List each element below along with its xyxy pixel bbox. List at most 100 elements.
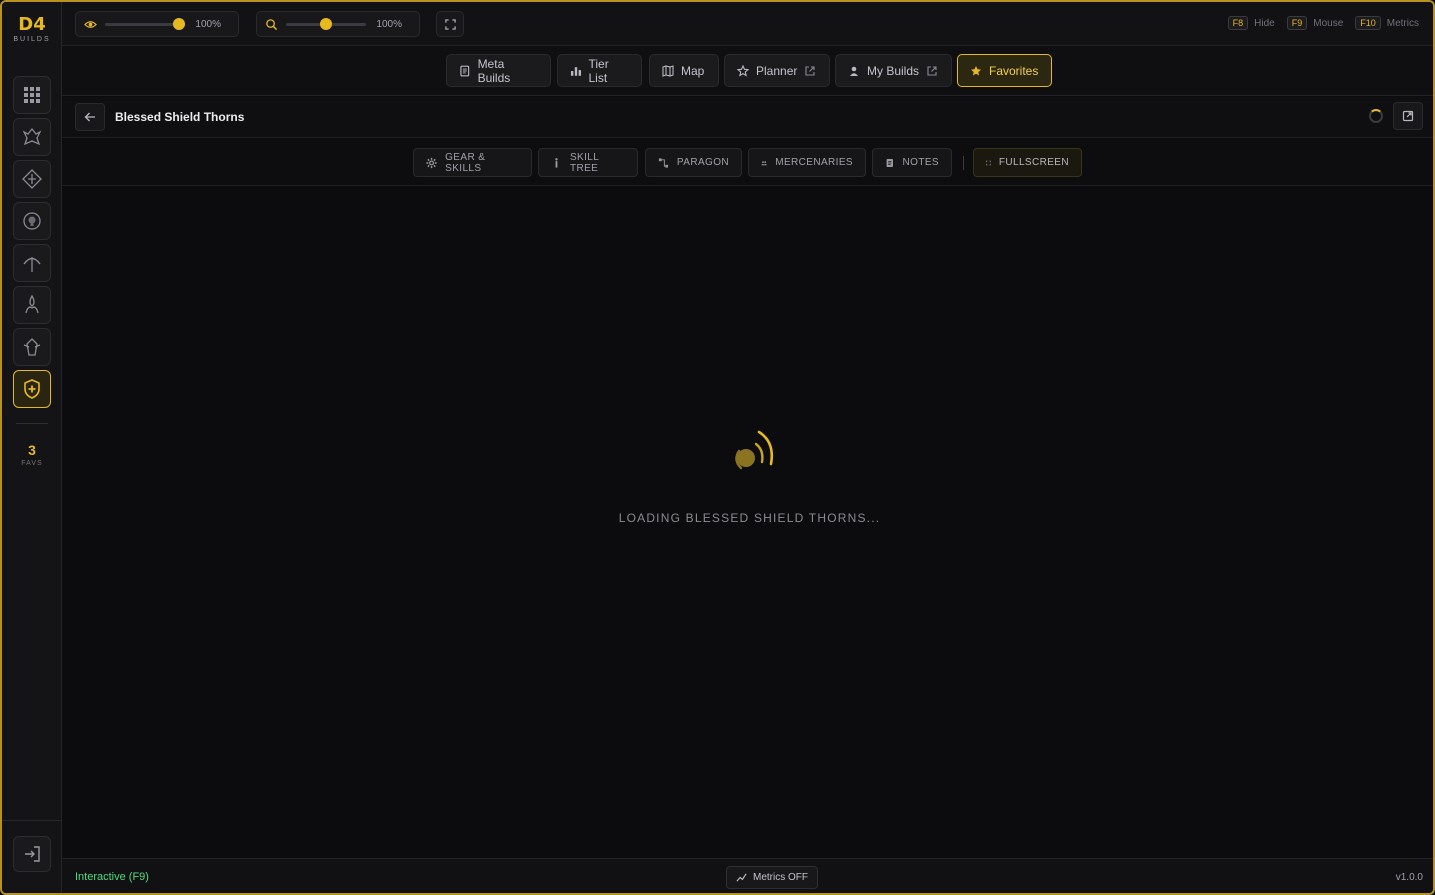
paragon-nodes-icon (658, 157, 669, 168)
nav-planner[interactable]: Planner (724, 54, 830, 87)
fullscreen-icon (986, 160, 991, 165)
zoom-value: 100% (376, 18, 402, 30)
users-icon (761, 160, 768, 165)
login-icon (25, 846, 40, 862)
metrics-toggle-label: Metrics OFF (753, 872, 808, 883)
tab-notes-label: NOTES (902, 157, 939, 168)
rogue-icon (23, 257, 41, 272)
logo-sub: BUILDS (13, 36, 51, 43)
druid-icon (22, 169, 42, 189)
nav-meta-builds[interactable]: Meta Builds (446, 54, 551, 87)
tab-gear-skills[interactable]: GEAR & SKILLS (413, 148, 532, 177)
hotkey-f9-label: Mouse (1313, 17, 1344, 29)
open-external-button[interactable] (1393, 102, 1423, 130)
opacity-value: 100% (195, 18, 221, 30)
loading-spinner-icon (734, 430, 773, 470)
notes-icon (886, 158, 893, 167)
sidebar-item-rogue[interactable] (13, 244, 51, 282)
sidebar-item-druid[interactable] (13, 160, 51, 198)
nav-favorites-label: Favorites (989, 63, 1039, 78)
tab-fullscreen-label: FULLSCREEN (998, 157, 1069, 168)
expand-icon (444, 18, 456, 30)
eye-icon (84, 20, 97, 28)
trend-line-icon (736, 873, 747, 882)
necromancer-icon (23, 212, 41, 230)
tab-mercenaries-label: MERCENARIES (775, 157, 853, 168)
build-title: Blessed Shield Thorns (115, 110, 245, 124)
nav-my-builds-label: My Builds (867, 63, 920, 78)
grid-icon (24, 87, 40, 103)
map-icon (662, 64, 674, 77)
paladin-shield-icon (24, 379, 40, 399)
expand-window-button[interactable] (436, 11, 464, 37)
main-nav: Meta Builds Tier List Map Planner My Bui… (62, 46, 1433, 96)
nav-planner-label: Planner (756, 63, 798, 78)
logo-main: D4 (18, 14, 46, 35)
sidebar-item-all-classes[interactable] (13, 76, 51, 114)
build-header: Blessed Shield Thorns (62, 97, 1433, 138)
loading-indicator (2, 422, 1433, 487)
nav-tier-list[interactable]: Tier List (557, 54, 642, 87)
tab-skill-tree[interactable]: SKILL TREE (538, 148, 638, 177)
nav-map-label: Map (681, 63, 705, 78)
sidebar-bottom-divider (2, 820, 62, 821)
star-filled-icon (971, 65, 981, 75)
sorcerer-icon (25, 294, 39, 314)
zoom-control: 100% (256, 11, 420, 37)
zoom-icon (266, 18, 278, 30)
tab-gear-skills-label: GEAR & SKILLS (445, 151, 486, 174)
app-window: D4 BUILDS 3 FAVS 100% 100% F8 Hide F9 Mo… (0, 0, 1435, 895)
barbarian-icon (22, 127, 42, 146)
nav-my-builds[interactable]: My Builds (835, 54, 952, 87)
opacity-control: 100% (75, 11, 239, 37)
version-label: v1.0.0 (1395, 872, 1423, 883)
sidebar-item-spiritborn[interactable] (13, 328, 51, 366)
loading-spinner-small (1369, 109, 1383, 123)
hotkey-f10: F10 (1355, 16, 1381, 30)
hotkey-f8-label: Hide (1254, 17, 1275, 29)
sidebar-item-paladin[interactable] (13, 370, 51, 408)
star-outline-icon (737, 64, 749, 77)
zoom-slider[interactable] (286, 17, 366, 30)
hotkey-f9: F9 (1286, 16, 1308, 30)
zoom-slider-thumb[interactable] (320, 17, 332, 30)
nav-favorites[interactable]: Favorites (957, 54, 1052, 87)
document-icon (460, 65, 470, 76)
nav-tier-list-label: Tier List (588, 56, 609, 85)
back-button[interactable] (75, 103, 105, 131)
login-button[interactable] (13, 836, 51, 872)
sidebar-item-sorcerer[interactable] (13, 286, 51, 324)
tab-fullscreen[interactable]: FULLSCREEN (973, 148, 1082, 177)
figure-icon (555, 157, 558, 168)
opacity-slider[interactable] (105, 17, 185, 30)
tab-skill-tree-label: SKILL TREE (569, 151, 599, 174)
external-link-icon (927, 65, 937, 76)
tab-separator (963, 156, 964, 170)
sidebar-item-necromancer[interactable] (13, 202, 51, 240)
user-icon (850, 66, 858, 76)
hotkey-f8: F8 (1227, 16, 1249, 30)
spiritborn-icon (23, 338, 41, 356)
sidebar-item-barbarian[interactable] (13, 118, 51, 156)
external-link-icon (1402, 110, 1414, 122)
gear-icon (426, 157, 437, 168)
opacity-slider-thumb[interactable] (172, 17, 185, 30)
nav-map[interactable]: Map (649, 54, 719, 87)
status-bar: Interactive (F9) Metrics OFF v1.0.0 (62, 858, 1433, 893)
interaction-mode-status: Interactive (F9) (75, 871, 149, 883)
metrics-toggle-button[interactable]: Metrics OFF (726, 866, 818, 889)
nav-meta-builds-label: Meta Builds (477, 56, 511, 85)
tab-paragon[interactable]: PARAGON (645, 148, 742, 177)
app-logo: D4 BUILDS (2, 14, 62, 44)
loading-message: LOADING BLESSED SHIELD THORNS... (618, 511, 881, 525)
tab-mercenaries[interactable]: MERCENARIES (748, 148, 866, 177)
arrow-left-icon (84, 112, 95, 122)
tab-notes[interactable]: NOTES (872, 148, 952, 177)
build-tabs: GEAR & SKILLS SKILL TREE PARAGON MERCENA… (62, 139, 1433, 186)
tab-paragon-label: PARAGON (676, 157, 729, 168)
external-link-icon (805, 65, 815, 76)
hotkey-f10-label: Metrics (1386, 17, 1419, 29)
top-toolbar: 100% 100% F8 Hide F9 Mouse F10 Metrics (62, 2, 1433, 46)
hotkey-legend: F8 Hide F9 Mouse F10 Metrics (1227, 16, 1419, 30)
bar-chart-icon (570, 66, 582, 76)
